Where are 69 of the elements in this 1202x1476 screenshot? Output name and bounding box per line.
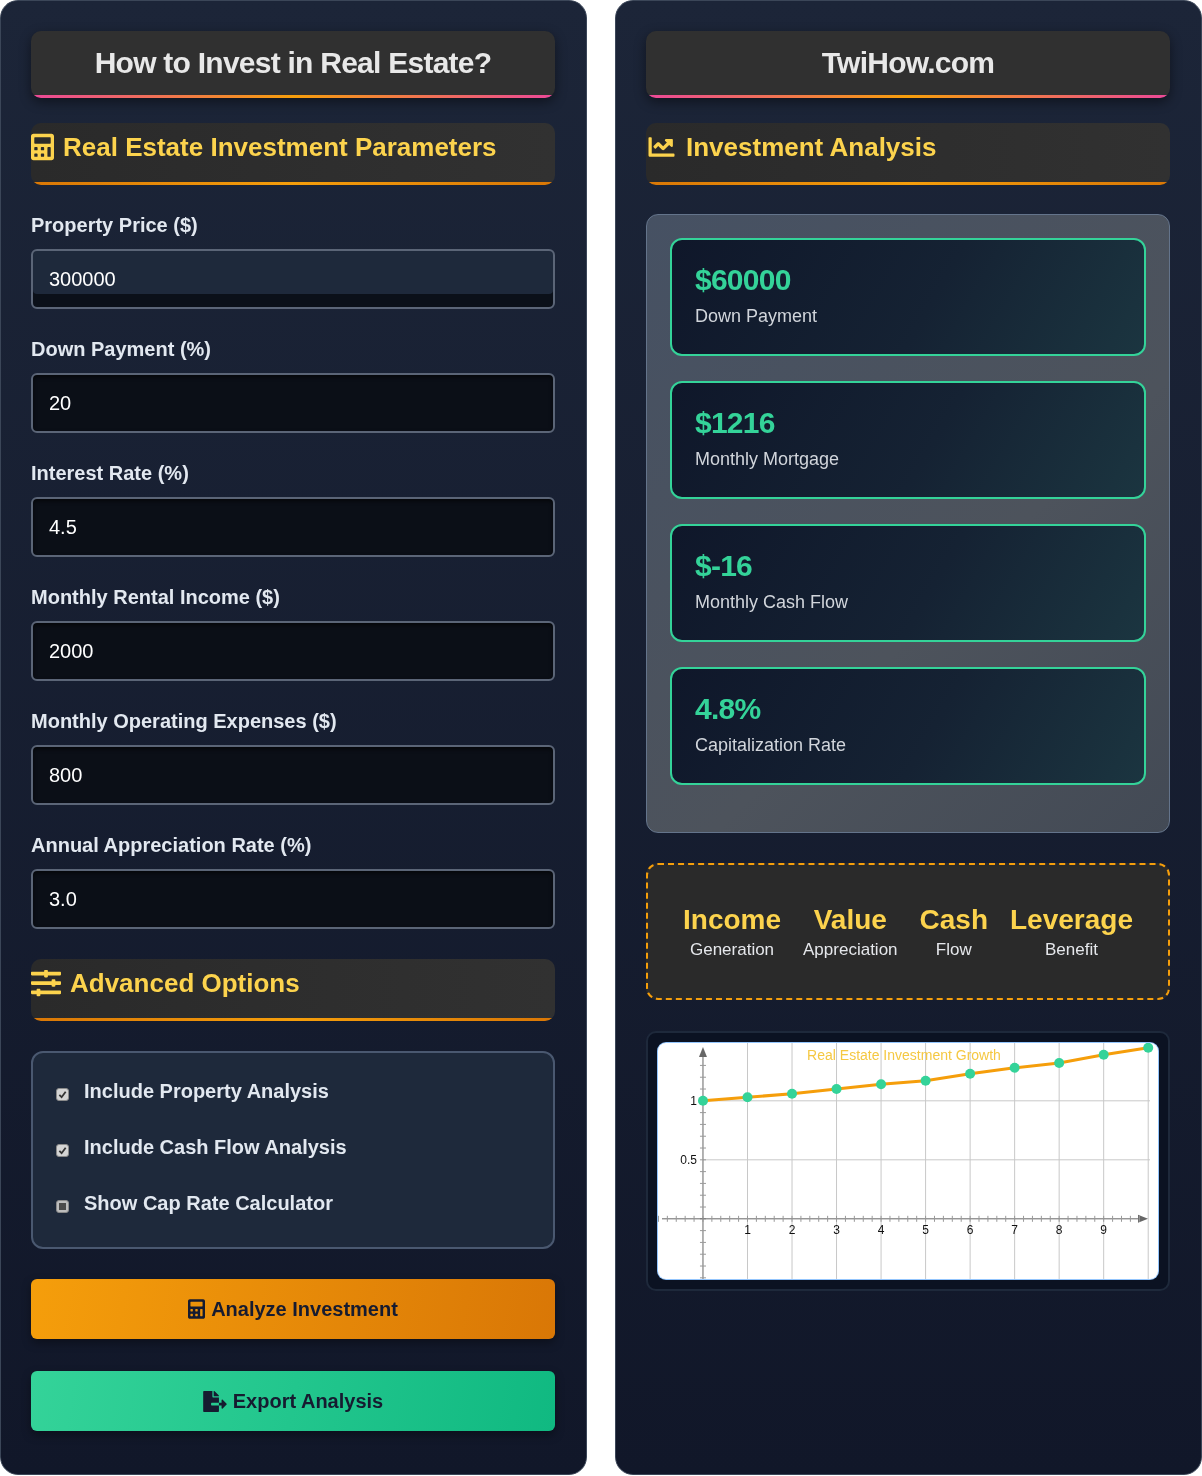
option-label: Show Cap Rate Calculator — [84, 1191, 333, 1215]
feature-title: Leverage — [1010, 902, 1133, 937]
field-label: Property Price ($) — [31, 213, 199, 237]
feature-title: Cash — [919, 902, 988, 937]
metric-value: $60000 — [695, 262, 792, 298]
metric-label: Down Payment — [695, 305, 819, 328]
metric-value: $1216 — [695, 405, 776, 441]
axis-tick-label: 7 — [1011, 1222, 1018, 1237]
calculator-icon — [31, 132, 54, 162]
data-point — [742, 1092, 753, 1103]
metric-label: Monthly Cash Flow — [695, 591, 850, 614]
data-point — [831, 1084, 842, 1094]
checkbox[interactable] — [56, 1143, 69, 1157]
axis-tick-label: 5 — [922, 1222, 929, 1237]
data-point — [787, 1088, 797, 1099]
section-title: Advanced Options — [70, 967, 300, 999]
metric-value: 4.8% — [695, 691, 762, 727]
option-label: Include Property Analysis — [84, 1079, 329, 1103]
line-chart-icon — [646, 134, 677, 160]
axis-tick-label: 8 — [1055, 1222, 1063, 1237]
axis-tick-label: 2 — [788, 1222, 796, 1237]
feature-title: Income — [683, 902, 782, 937]
axis-tick-label: 0.5 — [680, 1152, 697, 1167]
input-field[interactable]: 4.5 — [31, 497, 555, 557]
chart-title: Real Estate Investment Growth — [807, 1047, 1001, 1063]
data-point — [876, 1079, 887, 1090]
export-button[interactable]: Export Analysis — [31, 1371, 555, 1431]
input-field[interactable]: 2000 — [31, 621, 555, 681]
field-label: Annual Appreciation Rate (%) — [31, 833, 313, 857]
metric-label: Monthly Mortgage — [695, 448, 841, 471]
axis-tick-label: 9 — [1100, 1222, 1107, 1237]
field-label: Down Payment (%) — [31, 337, 213, 361]
data-point — [1054, 1058, 1065, 1069]
page-title: TwiHow.com — [821, 45, 995, 81]
axis-tick-label: 6 — [966, 1222, 974, 1237]
data-point — [697, 1095, 708, 1106]
data-point — [1098, 1049, 1109, 1060]
checkbox[interactable] — [56, 1087, 69, 1101]
metric-label: Capitalization Rate — [695, 734, 848, 757]
input-field[interactable]: 20 — [31, 373, 555, 433]
section-title: Real Estate Investment Parameters — [63, 131, 497, 163]
axis-tick-label: 4 — [877, 1222, 885, 1237]
field-label: Monthly Operating Expenses ($) — [31, 709, 338, 733]
calculator-icon — [188, 1299, 206, 1319]
sliders-icon — [31, 968, 61, 998]
data-point — [965, 1068, 976, 1079]
section-title: Investment Analysis — [686, 131, 937, 163]
analyze-button[interactable]: Analyze Investment — [31, 1279, 555, 1339]
feature-subtitle: Benefit — [1045, 938, 1098, 961]
feature-subtitle: Generation — [689, 938, 775, 961]
option-label: Include Cash Flow Analysis — [84, 1135, 347, 1159]
checkbox[interactable] — [56, 1199, 69, 1213]
data-point — [1009, 1062, 1020, 1073]
feature-subtitle: Appreciation — [803, 938, 898, 961]
feature-title: Value — [813, 902, 887, 937]
axis-tick-label: 1 — [690, 1093, 697, 1108]
metric-value: $-16 — [695, 548, 754, 584]
field-label: Interest Rate (%) — [31, 461, 190, 485]
input-field[interactable]: 300000 — [31, 249, 555, 309]
axis-tick-label: 3 — [833, 1222, 840, 1237]
field-label: Monthly Rental Income ($) — [31, 585, 281, 609]
data-point — [920, 1075, 931, 1086]
file-arrow-icon — [202, 1390, 227, 1412]
input-field[interactable]: 3.0 — [31, 869, 555, 929]
page-title: How to Invest in Real Estate? — [94, 45, 492, 81]
feature-subtitle: Flow — [935, 938, 972, 961]
input-field[interactable]: 800 — [31, 745, 555, 805]
axis-tick-label: 1 — [744, 1222, 751, 1237]
data-point — [1143, 1043, 1154, 1053]
